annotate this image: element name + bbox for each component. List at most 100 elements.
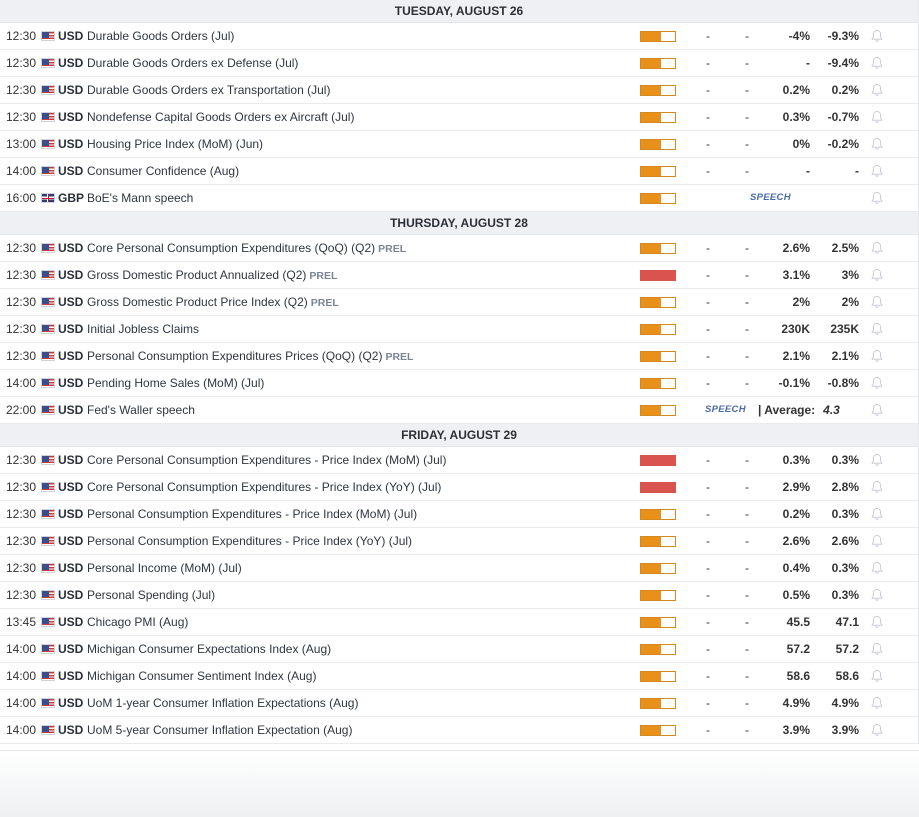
bell-icon[interactable] [870,83,884,97]
event-title[interactable]: Consumer Confidence (Aug) [87,164,239,178]
bell-icon[interactable] [870,403,884,417]
event-name[interactable]: Core Personal Consumption Expenditures -… [87,474,627,500]
event-row[interactable]: 12:30 USD Durable Goods Orders ex Defense … [0,50,918,77]
event-title[interactable]: Core Personal Consumption Expenditures -… [87,453,446,467]
bell-icon[interactable] [870,137,884,151]
bell-icon[interactable] [870,268,884,282]
event-title[interactable]: Personal Consumption Expenditures - Pric… [87,507,417,521]
event-name[interactable]: Personal Income (MoM) (Jul) [87,555,627,581]
event-name[interactable]: Personal Consumption Expenditures Prices… [87,343,627,369]
bell-icon[interactable] [870,588,884,602]
event-name[interactable]: Personal Spending (Jul) [87,582,627,608]
event-row[interactable]: 12:30 USD Core Personal Consumption Expend… [0,235,918,262]
event-row[interactable]: 14:00 USD Michigan Consumer Sentiment Inde… [0,663,918,690]
event-title[interactable]: Personal Income (MoM) (Jul) [87,561,242,575]
event-name[interactable]: Michigan Consumer Sentiment Index (Aug) [87,663,627,689]
bell-icon[interactable] [870,164,884,178]
event-title[interactable]: BoE's Mann speech [87,191,193,205]
event-title[interactable]: Durable Goods Orders ex Defense (Jul) [87,56,298,70]
event-name[interactable]: Durable Goods Orders ex Transportation (… [87,77,627,103]
bell-icon[interactable] [870,534,884,548]
event-title[interactable]: Personal Spending (Jul) [87,588,215,602]
event-title[interactable]: Core Personal Consumption Expenditures -… [87,480,441,494]
event-name[interactable]: Fed's Waller speech [87,397,627,423]
event-name[interactable]: Durable Goods Orders ex Defense (Jul) [87,50,627,76]
bell-icon[interactable] [870,349,884,363]
event-title[interactable]: Durable Goods Orders ex Transportation (… [87,83,330,97]
event-title[interactable]: Initial Jobless Claims [87,322,199,336]
event-name[interactable]: Core Personal Consumption Expenditures (… [87,235,627,261]
bell-icon[interactable] [870,615,884,629]
event-row[interactable]: 12:30 USD Personal Income (MoM) (Jul) - - 0.4… [0,555,918,582]
event-title[interactable]: Housing Price Index (MoM) (Jun) [87,137,263,151]
event-title[interactable]: Chicago PMI (Aug) [87,615,188,629]
event-row[interactable]: 12:30 USD Core Personal Consumption Expend… [0,474,918,501]
event-title[interactable]: UoM 1-year Consumer Inflation Expectatio… [87,696,358,710]
event-name[interactable]: Chicago PMI (Aug) [87,609,627,635]
event-row[interactable]: 14:00 USD Pending Home Sales (MoM) (Jul) - -… [0,370,918,397]
event-name[interactable]: Durable Goods Orders (Jul) [87,23,627,49]
event-row[interactable]: 12:30 USD Personal Consumption Expenditure… [0,528,918,555]
event-row[interactable]: 12:30 USD Durable Goods Orders ex Transpor… [0,77,918,104]
event-name[interactable]: Personal Consumption Expenditures - Pric… [87,528,627,554]
event-row[interactable]: 12:30 USD Personal Spending (Jul) - - 0.5% 0.3… [0,582,918,609]
event-title[interactable]: Nondefense Capital Goods Orders ex Aircr… [87,110,354,124]
event-name[interactable]: UoM 1-year Consumer Inflation Expectatio… [87,690,627,716]
event-name[interactable]: Gross Domestic Product Annualized (Q2) PR… [87,262,627,288]
event-row[interactable]: 12:30 USD Gross Domestic Product Annualize… [0,262,918,289]
bell-icon[interactable] [870,376,884,390]
bell-icon[interactable] [870,241,884,255]
event-title[interactable]: Pending Home Sales (MoM) (Jul) [87,376,264,390]
event-name[interactable]: Housing Price Index (MoM) (Jun) [87,131,627,157]
event-row[interactable]: 14:00 USD UoM 5-year Consumer Inflation Ex… [0,717,918,744]
bell-icon[interactable] [870,56,884,70]
event-name[interactable]: BoE's Mann speech [87,185,627,211]
event-name[interactable]: Consumer Confidence (Aug) [87,158,627,184]
bell-icon[interactable] [870,322,884,336]
event-row[interactable]: 14:00 USD UoM 1-year Consumer Inflation Ex… [0,690,918,717]
event-title[interactable]: Core Personal Consumption Expenditures (… [87,241,375,255]
event-row[interactable]: 22:00 USD Fed's Waller speech SPEECH | Avera… [0,397,918,424]
bell-icon[interactable] [870,110,884,124]
event-row[interactable]: 12:30 USD Nondefense Capital Goods Orders … [0,104,918,131]
event-title[interactable]: Gross Domestic Product Price Index (Q2) [87,295,308,309]
bell-icon[interactable] [870,480,884,494]
event-title[interactable]: Durable Goods Orders (Jul) [87,29,234,43]
event-row[interactable]: 16:00 GBP BoE's Mann speech SPEECH [0,185,918,212]
event-row[interactable]: 12:30 USD Durable Goods Orders (Jul) - - -4% -… [0,23,918,50]
bell-icon[interactable] [870,723,884,737]
event-title[interactable]: Fed's Waller speech [87,403,195,417]
bell-icon[interactable] [870,561,884,575]
event-row[interactable]: 12:30 USD Initial Jobless Claims - - 230K 235K [0,316,918,343]
event-row[interactable]: 14:00 USD Michigan Consumer Expectations I… [0,636,918,663]
event-row[interactable]: 12:30 USD Gross Domestic Product Price Ind… [0,289,918,316]
event-row[interactable]: 14:00 USD Consumer Confidence (Aug) - - - - [0,158,918,185]
bell-icon[interactable] [870,29,884,43]
event-name[interactable]: Pending Home Sales (MoM) (Jul) [87,370,627,396]
event-name[interactable]: UoM 5-year Consumer Inflation Expectatio… [87,717,627,743]
event-name[interactable]: Personal Consumption Expenditures - Pric… [87,501,627,527]
bell-icon[interactable] [870,642,884,656]
event-row[interactable]: 12:30 USD Personal Consumption Expenditure… [0,343,918,370]
event-name[interactable]: Initial Jobless Claims [87,316,627,342]
event-name[interactable]: Nondefense Capital Goods Orders ex Aircr… [87,104,627,130]
event-title[interactable]: Gross Domestic Product Annualized (Q2) [87,268,306,282]
bell-icon[interactable] [870,669,884,683]
bell-icon[interactable] [870,507,884,521]
event-title[interactable]: UoM 5-year Consumer Inflation Expectatio… [87,723,352,737]
bell-icon[interactable] [870,696,884,710]
event-row[interactable]: 12:30 USD Personal Consumption Expenditure… [0,501,918,528]
event-row[interactable]: 13:00 USD Housing Price Index (MoM) (Jun) -… [0,131,918,158]
bell-icon[interactable] [870,453,884,467]
event-title[interactable]: Michigan Consumer Expectations Index (Au… [87,642,331,656]
event-title[interactable]: Michigan Consumer Sentiment Index (Aug) [87,669,316,683]
event-row[interactable]: 12:30 USD Core Personal Consumption Expend… [0,447,918,474]
event-name[interactable]: Gross Domestic Product Price Index (Q2) P… [87,289,627,315]
event-title[interactable]: Personal Consumption Expenditures - Pric… [87,534,412,548]
bell-icon[interactable] [870,295,884,309]
event-name[interactable]: Core Personal Consumption Expenditures -… [87,447,627,473]
event-title[interactable]: Personal Consumption Expenditures Prices… [87,349,382,363]
event-name[interactable]: Michigan Consumer Expectations Index (Au… [87,636,627,662]
bell-icon[interactable] [870,191,884,205]
event-row[interactable]: 13:45 USD Chicago PMI (Aug) - - 45.5 47.1 [0,609,918,636]
